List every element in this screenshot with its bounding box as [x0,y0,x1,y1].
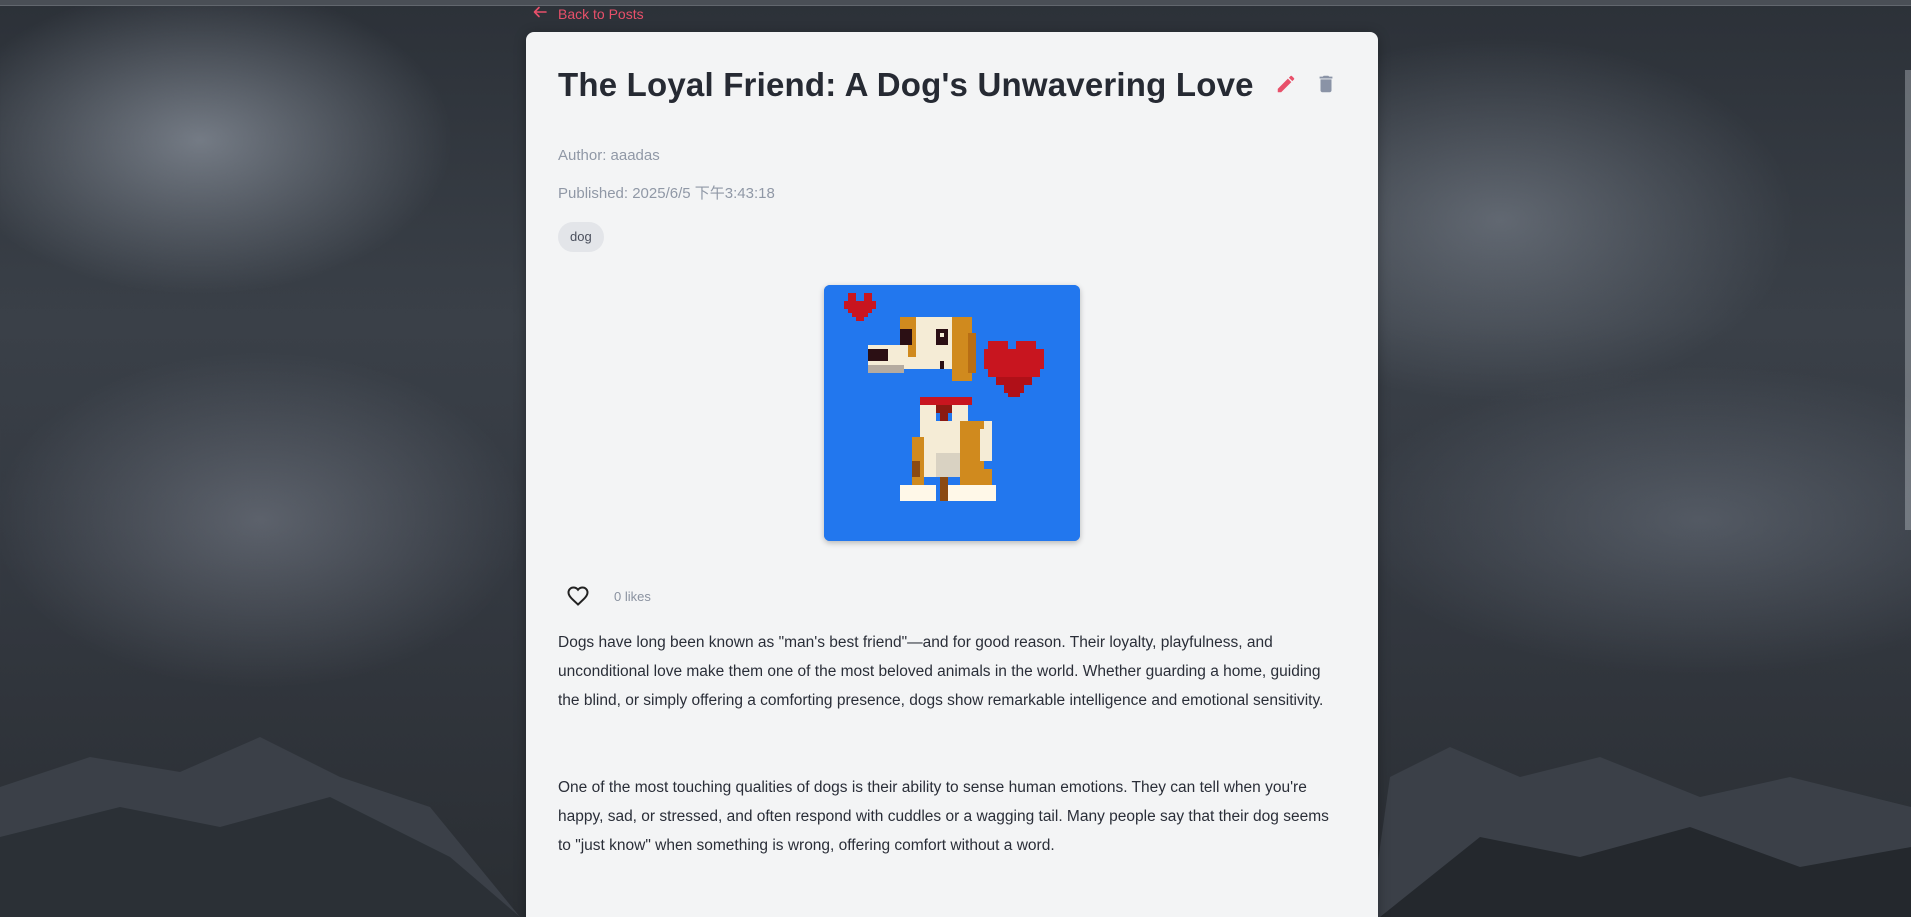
post-published-date: Published: 2025/6/5 下午3:43:18 [558,185,775,202]
back-to-posts-link[interactable]: Back to Posts [532,4,644,23]
delete-button[interactable] [1314,72,1338,96]
heart-outline-icon [567,586,589,606]
window-top-strip [0,0,1911,6]
pencil-icon [1277,75,1295,93]
post-card: The Loyal Friend: A Dog's Unwavering Lov… [526,32,1378,917]
post-paragraph-2: One of the most touching qualities of do… [558,779,1329,854]
back-to-posts-label: Back to Posts [558,5,644,22]
edit-button[interactable] [1274,72,1298,96]
post-actions [1274,72,1338,96]
trash-icon [1319,75,1333,93]
pixel-dog-illustration [824,285,1080,541]
post-title: The Loyal Friend: A Dog's Unwavering Lov… [558,66,1254,103]
tag-chip[interactable]: dog [558,222,604,252]
post-author: Author: aaadas [558,147,660,164]
post-paragraph-1: Dogs have long been known as "man's best… [558,634,1324,709]
like-row: 0 likes [558,576,651,616]
arrow-left-icon [532,4,548,23]
like-button[interactable] [558,576,598,616]
post-image [824,285,1080,541]
scrollbar[interactable] [1905,70,1911,530]
like-count: 0 likes [614,588,651,604]
